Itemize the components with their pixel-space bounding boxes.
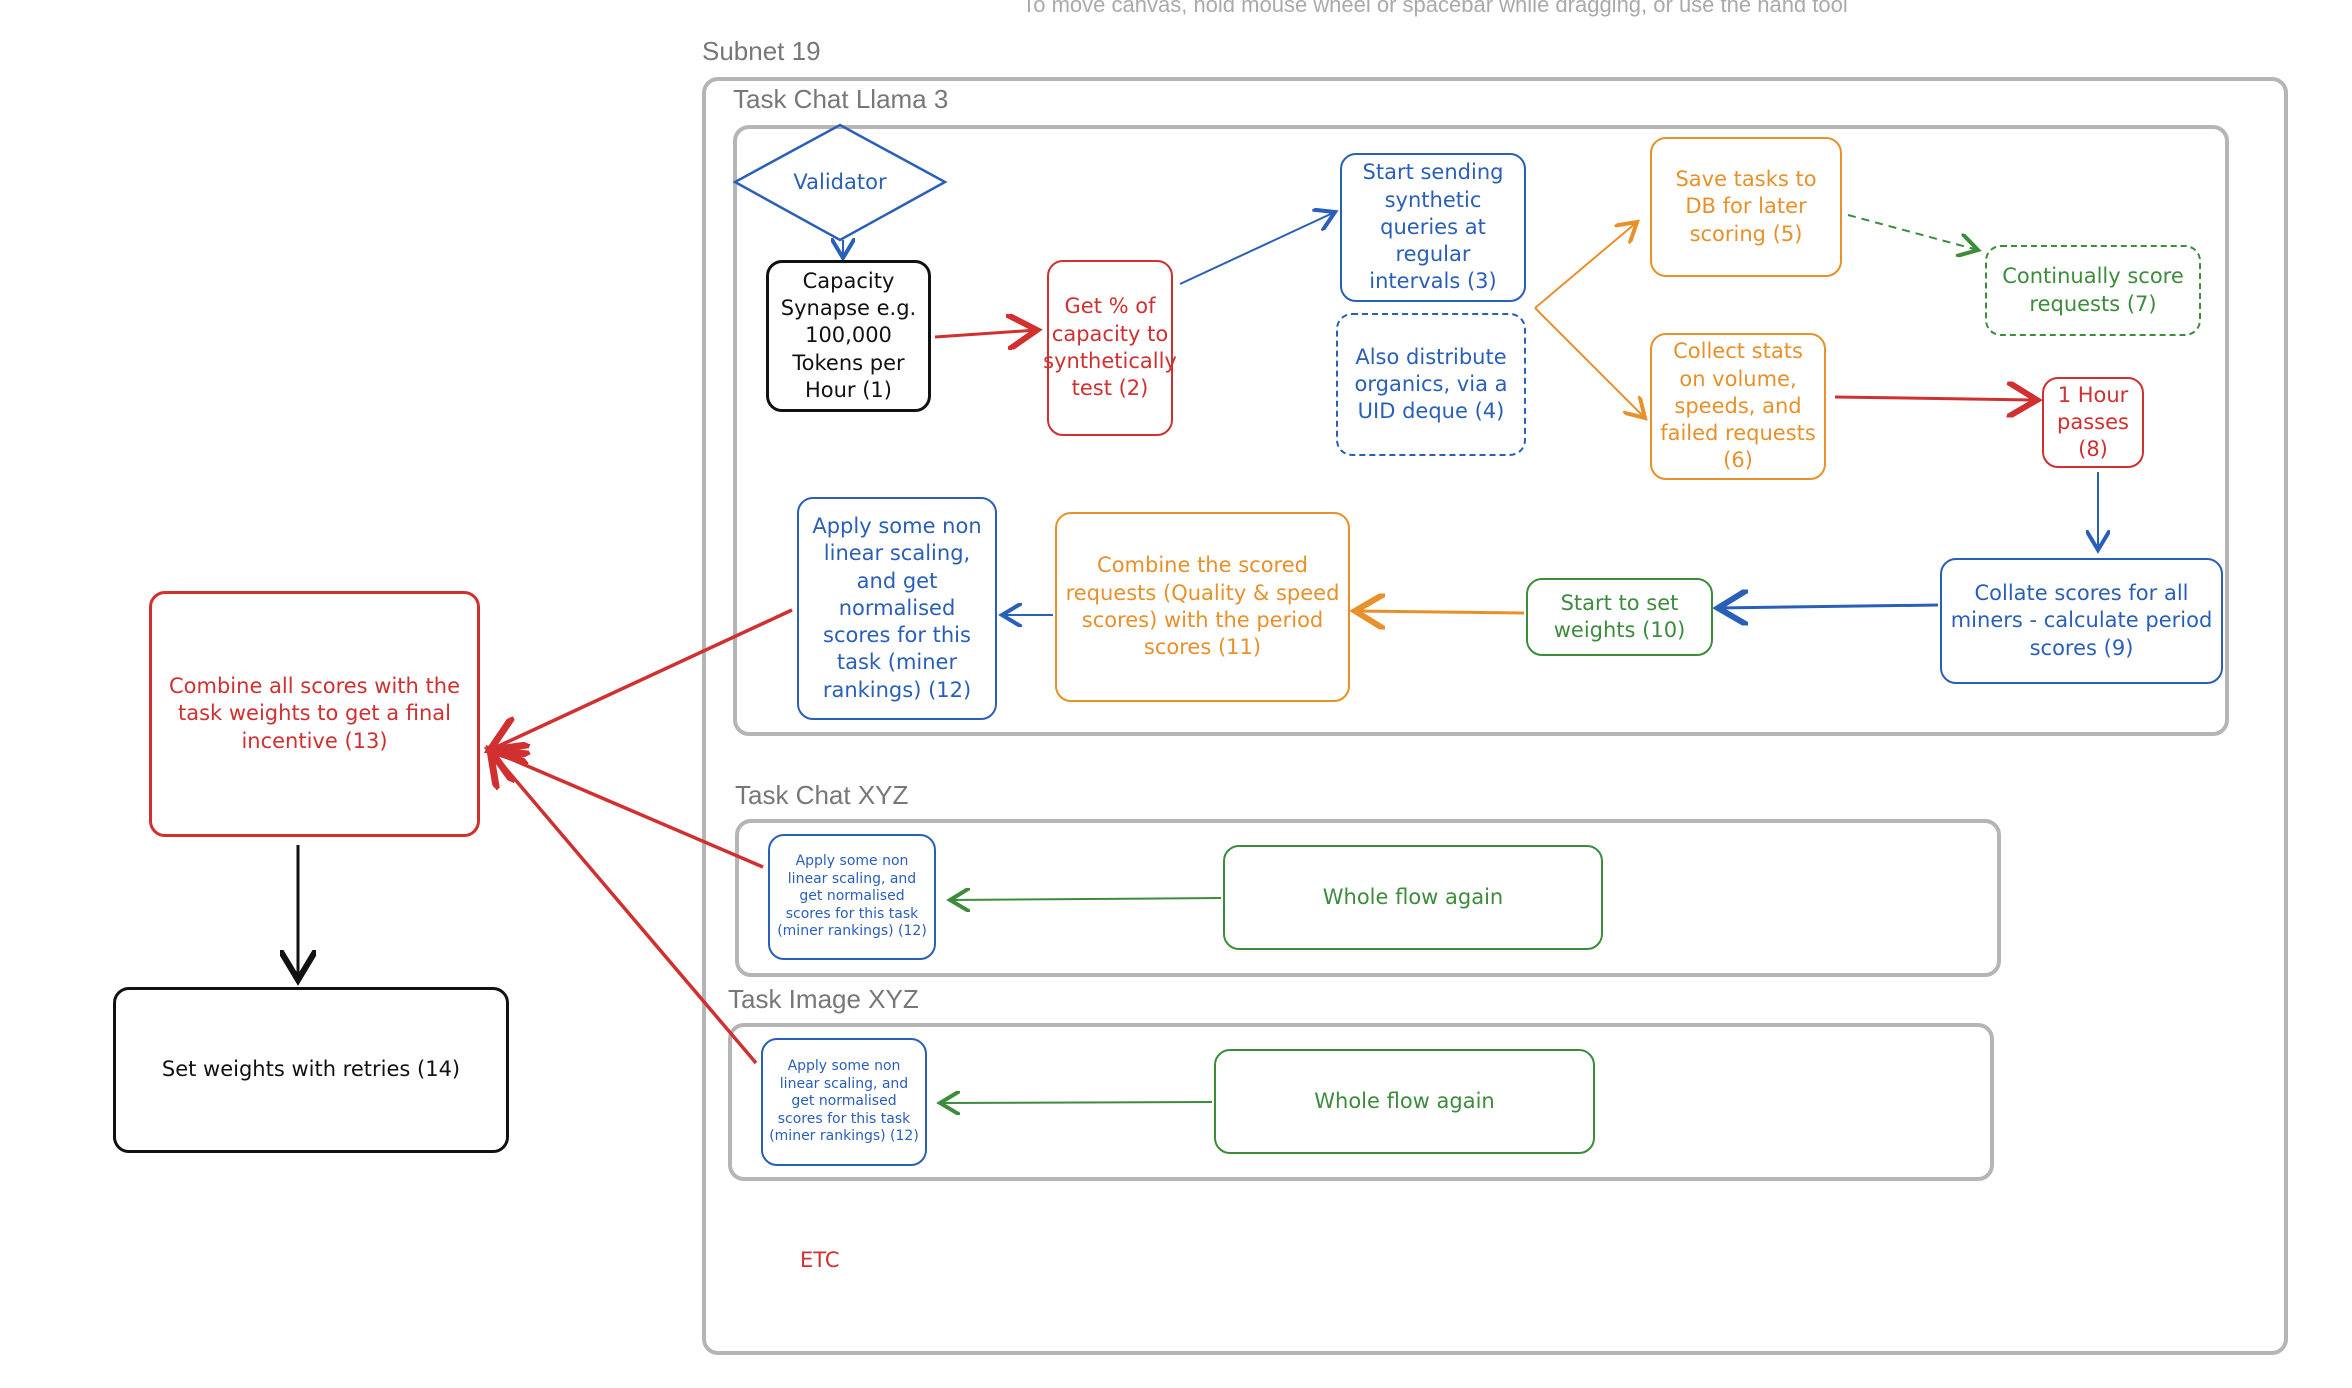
arrow-to-6 [1534, 307, 1645, 418]
node-collate-scores[interactable]: Collate scores for all miners - calculat… [1940, 558, 2223, 684]
node-whole-flow-image[interactable]: Whole flow again [1214, 1049, 1595, 1154]
node-get-percent[interactable]: Get % of capacity to synthetically test … [1043, 260, 1177, 436]
arrow-12-13 [490, 608, 793, 750]
node-save-tasks[interactable]: Save tasks to DB for later scoring (5) [1650, 137, 1842, 277]
arrow-5-7 [1847, 214, 1978, 250]
arrow-chat-flow [950, 898, 1222, 900]
etc-label: ETC [800, 1248, 840, 1272]
node-apply-chat-xyz[interactable]: Apply some non linear scaling, and get n… [768, 834, 936, 960]
node-whole-flow-chat[interactable]: Whole flow again [1223, 845, 1603, 950]
node-apply-scaling[interactable]: Apply some non linear scaling, and get n… [797, 497, 997, 720]
node-apply-image-xyz[interactable]: Apply some non linear scaling, and get n… [761, 1038, 927, 1166]
arrow-to-5 [1534, 222, 1637, 309]
node-distribute-organics[interactable]: Also distribute organics, via a UID dequ… [1336, 313, 1526, 456]
arrow-2-3 [1179, 212, 1335, 285]
arrow-10-11 [1355, 611, 1525, 613]
node-collect-stats[interactable]: Collect stats on volume, speeds, and fai… [1650, 333, 1826, 480]
node-combine-all[interactable]: Combine all scores with the task weights… [149, 591, 480, 837]
node-combine-scored[interactable]: Combine the scored requests (Quality & s… [1055, 512, 1350, 702]
arrow-chat-13 [490, 750, 764, 869]
arrow-1-2 [934, 330, 1037, 337]
arrow-6-8 [1834, 397, 2037, 400]
node-start-sending[interactable]: Start sending synthetic queries at regul… [1340, 153, 1526, 302]
node-start-set-weights[interactable]: Start to set weights (10) [1526, 578, 1713, 656]
arrow-image-13 [490, 750, 758, 1065]
validator-node[interactable]: Validator [770, 160, 910, 205]
node-continually-score[interactable]: Continually score requests (7) [1985, 245, 2201, 336]
node-set-weights[interactable]: Set weights with retries (14) [113, 987, 509, 1153]
arrow-image-flow [940, 1102, 1213, 1103]
arrow-9-10 [1718, 605, 1939, 608]
node-capacity[interactable]: Capacity Synapse e.g. 100,000 Tokens per… [766, 260, 931, 412]
node-hour-passes[interactable]: 1 Hour passes (8) [2042, 377, 2144, 468]
